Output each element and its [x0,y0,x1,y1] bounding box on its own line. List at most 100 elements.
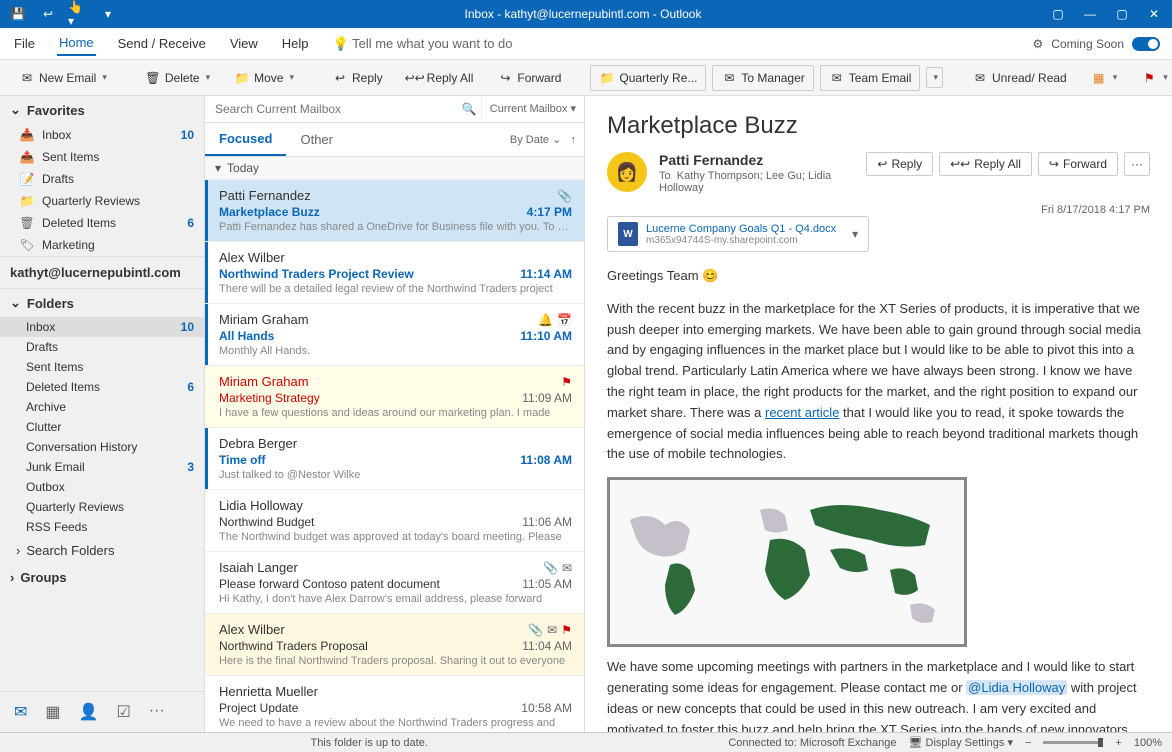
calendar-module-icon[interactable]: ▦ [45,702,60,722]
mention-lidia[interactable]: @Lidia Holloway [966,680,1067,695]
display-settings[interactable]: 🖥 Display Settings ▾ [909,736,1013,749]
people-module-icon[interactable]: 👤 [79,702,99,722]
forward-icon: ↪ [1049,157,1059,171]
quick-touch-icon[interactable]: 👆▾ [68,4,88,24]
mail-item[interactable]: Alex Wilber Northwind Traders Project Re… [205,242,584,304]
delete-button[interactable]: 🗑Delete▾ [136,65,219,91]
menu-send-receive[interactable]: Send / Receive [116,32,208,55]
nav-folder-outbox[interactable]: Outbox [0,477,204,497]
quick-more-icon[interactable]: ▾ [98,4,118,24]
nav-fav-deleted-items[interactable]: 🗑Deleted Items6 [0,212,204,234]
menu-home[interactable]: Home [57,31,96,56]
quick-step-to-manager[interactable]: ✉To Manager [712,65,813,91]
tell-me[interactable]: 💡 Tell me what you want to do [331,32,515,56]
mail-item[interactable]: Lidia Holloway Northwind Budget11:06 AM … [205,490,584,552]
mail-item[interactable]: Alex Wilber📎✉⚑ Northwind Traders Proposa… [205,614,584,676]
favorites-header[interactable]: ⌄Favorites [0,96,204,124]
move-button[interactable]: 📁Move▾ [225,65,303,91]
nav-fav-inbox[interactable]: 📥Inbox10 [0,124,204,146]
folders-header[interactable]: ⌄Folders [0,289,204,317]
mail-subject: All Hands [219,329,274,343]
ribbon-options-icon[interactable]: ▢ [1048,4,1068,24]
more-modules-icon[interactable]: ··· [149,702,165,722]
quick-undo-icon[interactable]: ↩ [38,4,58,24]
unread-read-label: Unread/ Read [992,71,1067,85]
mail-subject: Northwind Traders Proposal [219,639,368,653]
reading-reply-all-button[interactable]: ↩↩Reply All [939,152,1032,176]
mail-time: 11:09 AM [522,391,572,405]
forward-button[interactable]: ↪Forward [488,65,570,91]
nav-folder-conversation-history[interactable]: Conversation History [0,437,204,457]
nav-fav-sent-items[interactable]: 📤Sent Items [0,146,204,168]
groups-header[interactable]: ›Groups [0,564,204,591]
nav-folder-rss-feeds[interactable]: RSS Feeds [0,517,204,537]
flag-button[interactable]: ⚑▾ [1132,65,1172,91]
search-scope-label: Current Mailbox [490,103,568,115]
search-scope[interactable]: Current Mailbox ▾ [481,96,584,122]
nav-folder-quarterly-reviews[interactable]: Quarterly Reviews [0,497,204,517]
mail-item[interactable]: Isaiah Langer📎✉ Please forward Contoso p… [205,552,584,614]
group-today[interactable]: ▾Today [205,157,584,180]
tab-other[interactable]: Other [286,124,347,155]
zoom-in-icon[interactable]: + [1115,737,1121,749]
favorites-label: Favorites [27,103,85,118]
envelope-icon: ✉ [547,623,557,637]
coming-soon-toggle[interactable] [1132,37,1160,51]
reading-from: Patti Fernandez [659,152,854,168]
menu-file[interactable]: File [12,32,37,55]
mail-subject: Project Update [219,701,298,715]
tab-focused[interactable]: Focused [205,123,286,156]
mail-time: 11:14 AM [520,267,572,281]
quick-step-quarterly[interactable]: 📁Quarterly Re... [590,65,706,91]
nav-fav-marketing[interactable]: 🏷Marketing [0,234,204,256]
quick-step-team-email[interactable]: ✉Team Email [820,65,921,91]
mail-item[interactable]: Henrietta Mueller Project Update10:58 AM… [205,676,584,732]
unread-read-button[interactable]: ✉Unread/ Read [963,65,1076,91]
new-email-button[interactable]: ✉New Email▾ [10,65,116,91]
mail-item[interactable]: Debra Berger Time off11:08 AM Just talke… [205,428,584,490]
nav-folder-archive[interactable]: Archive [0,397,204,417]
menu-help[interactable]: Help [280,32,311,55]
nav-item-label: Archive [26,400,66,414]
nav-fav-drafts[interactable]: 📝Drafts [0,168,204,190]
nav-folder-deleted-items[interactable]: Deleted Items6 [0,377,204,397]
move-icon: 📁 [234,70,250,86]
title-bar: 💾 ↩ 👆▾ ▾ Inbox - kathyt@lucernepubintl.c… [0,0,1172,28]
reading-forward-button[interactable]: ↪Forward [1038,152,1118,176]
maximize-icon[interactable]: ▢ [1112,4,1132,24]
account-header[interactable]: kathyt@lucernepubintl.com [0,256,204,289]
nav-folder-sent-items[interactable]: Sent Items [0,357,204,377]
reading-reply-button[interactable]: ↩Reply [866,152,933,176]
close-icon[interactable]: ✕ [1144,4,1164,24]
sort-by[interactable]: By Date ⌄ ↑ [510,133,576,146]
nav-folder-drafts[interactable]: Drafts [0,337,204,357]
nav-folder-inbox[interactable]: Inbox10 [0,317,204,337]
mail-item[interactable]: Patti Fernandez📎 Marketplace Buzz4:17 PM… [205,180,584,242]
nav-folder-clutter[interactable]: Clutter [0,417,204,437]
mail-module-icon[interactable]: ✉ [14,702,27,722]
bell-icon: 🔔 [538,313,553,327]
nav-fav-quarterly-reviews[interactable]: 📁Quarterly Reviews [0,190,204,212]
zoom-slider[interactable] [1043,741,1103,744]
mail-item[interactable]: Miriam Graham🔔📅 All Hands11:10 AM Monthl… [205,304,584,366]
chevron-down-icon[interactable]: ▾ [852,227,858,241]
reply-all-button[interactable]: ↩↩Reply All [398,65,483,91]
reply-all-icon: ↩↩ [407,70,423,86]
search-icon[interactable]: 🔍 [458,96,481,122]
body-p1: With the recent buzz in the marketplace … [607,299,1150,465]
nav-folder-junk-email[interactable]: Junk Email3 [0,457,204,477]
attachment[interactable]: W Lucerne Company Goals Q1 - Q4.docx m36… [607,216,869,252]
menu-view[interactable]: View [228,32,260,55]
quick-steps-more[interactable]: ▾ [926,67,943,88]
tasks-module-icon[interactable]: ☑ [116,702,130,722]
reading-more-button[interactable]: ··· [1124,152,1150,176]
minimize-icon[interactable]: — [1080,4,1100,24]
zoom-out-icon[interactable]: − [1025,737,1031,749]
quick-save-icon[interactable]: 💾 [8,4,28,24]
mail-item[interactable]: Miriam Graham⚑ Marketing Strategy11:09 A… [205,366,584,428]
recent-article-link[interactable]: recent article [765,405,839,420]
categorize-button[interactable]: ▦▾ [1082,65,1127,91]
search-folders-header[interactable]: ›Search Folders [0,537,204,564]
reply-button[interactable]: ↩Reply [323,65,392,91]
search-mailbox-input[interactable] [205,96,458,122]
